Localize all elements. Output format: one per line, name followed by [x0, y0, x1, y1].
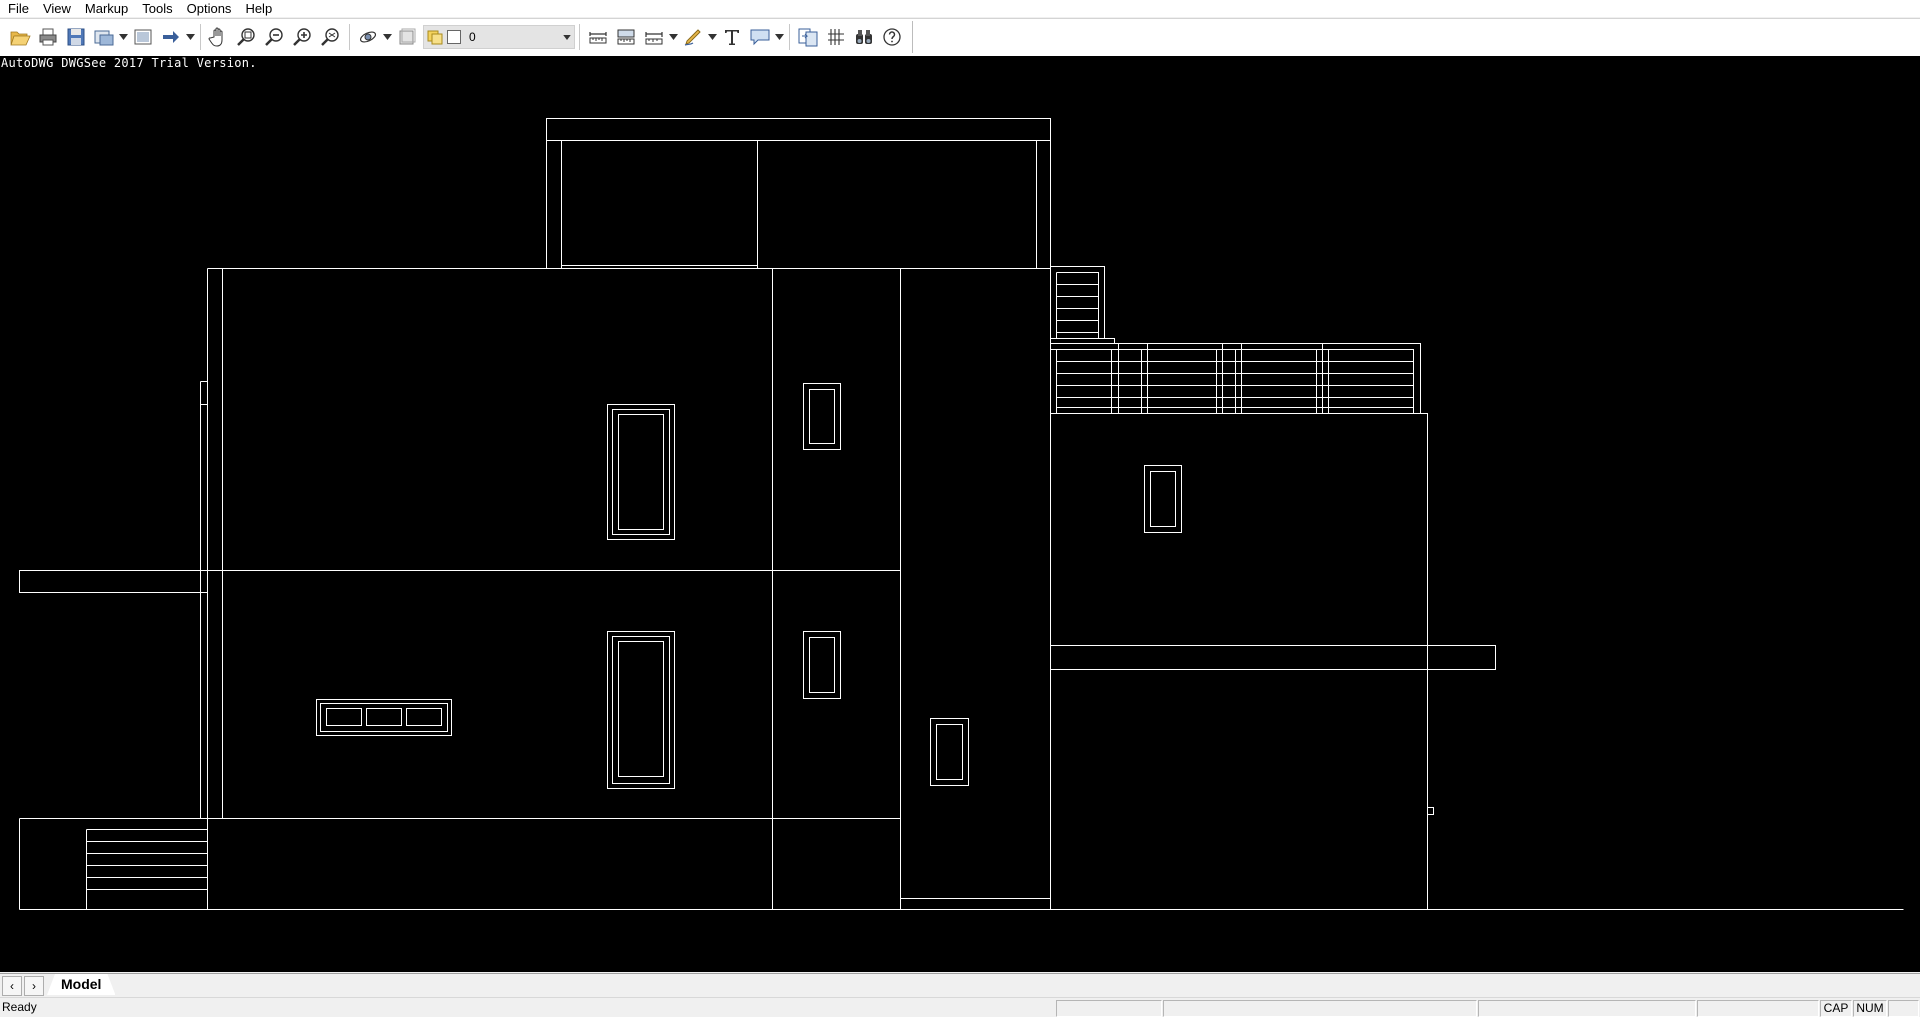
zoom-out-icon[interactable]	[261, 23, 289, 51]
sketch-pen-icon[interactable]	[679, 23, 707, 51]
callout-dropdown-icon[interactable]	[774, 23, 785, 51]
layer-manager-icon	[427, 30, 443, 45]
layout-tabstrip: ‹ › Model	[0, 973, 1920, 997]
open-folder-icon[interactable]	[6, 23, 34, 51]
tab-next-button[interactable]: ›	[24, 976, 44, 996]
dimension-icon[interactable]	[640, 23, 668, 51]
orbit-icon[interactable]	[354, 23, 382, 51]
layer-value: 0	[469, 30, 476, 44]
menu-markup[interactable]: Markup	[78, 0, 135, 17]
status-bar: Ready CAP NUM	[0, 997, 1920, 1017]
elevation-drawing	[19, 118, 1904, 910]
toolbar-buttons: 0	[6, 21, 913, 53]
orbit-dropdown-icon[interactable]	[382, 23, 393, 51]
pan-hand-icon[interactable]	[205, 23, 233, 51]
arrow-dropdown-icon[interactable]	[185, 23, 196, 51]
toolbar-separator	[789, 24, 790, 50]
toolbar: 0	[0, 18, 1920, 57]
export-icon[interactable]	[90, 23, 118, 51]
help-icon[interactable]	[878, 23, 906, 51]
measure-distance-icon[interactable]	[584, 23, 612, 51]
status-panel	[1056, 1000, 1162, 1017]
zoom-window-icon[interactable]	[233, 23, 261, 51]
status-panel	[1697, 1000, 1819, 1017]
chevron-down-icon[interactable]	[560, 26, 574, 48]
drawing-canvas[interactable]: AutoDWG DWGSee 2017 Trial Version.	[0, 56, 1920, 972]
menu-options[interactable]: Options	[180, 0, 239, 17]
status-panel	[1888, 1000, 1919, 1017]
menu-bar: File View Markup Tools Options Help	[0, 0, 1920, 17]
menu-tools[interactable]: Tools	[135, 0, 179, 17]
arrow-icon[interactable]	[157, 23, 185, 51]
compare-icon[interactable]	[794, 23, 822, 51]
caps-lock-indicator: CAP	[1820, 1000, 1852, 1017]
toolbar-separator	[349, 24, 350, 50]
menu-help[interactable]: Help	[238, 0, 279, 17]
tab-model[interactable]: Model	[47, 974, 115, 995]
layer-frame-icon[interactable]	[393, 23, 421, 51]
save-icon[interactable]	[62, 23, 90, 51]
print-icon[interactable]	[34, 23, 62, 51]
menu-file[interactable]: File	[0, 0, 36, 17]
zoom-extents-icon[interactable]	[317, 23, 345, 51]
text-icon[interactable]	[718, 23, 746, 51]
zoom-in-icon[interactable]	[289, 23, 317, 51]
sketch-dropdown-icon[interactable]	[707, 23, 718, 51]
toolbar-separator	[200, 24, 201, 50]
toolbar-separator	[579, 24, 580, 50]
hatch-lines-icon[interactable]	[822, 23, 850, 51]
status-text: Ready	[2, 1000, 37, 1014]
callout-icon[interactable]	[746, 23, 774, 51]
num-lock-indicator: NUM	[1853, 1000, 1887, 1017]
dimension-dropdown-icon[interactable]	[668, 23, 679, 51]
menu-view[interactable]: View	[36, 0, 78, 17]
export-dropdown-icon[interactable]	[118, 23, 129, 51]
tab-prev-button[interactable]: ‹	[2, 976, 22, 996]
binoculars-icon[interactable]	[850, 23, 878, 51]
status-panel	[1163, 1000, 1477, 1017]
layer-select[interactable]: 0	[423, 25, 575, 49]
measure-area-icon[interactable]	[612, 23, 640, 51]
status-panel	[1478, 1000, 1696, 1017]
view-icon[interactable]	[129, 23, 157, 51]
layer-color-swatch	[447, 30, 461, 44]
